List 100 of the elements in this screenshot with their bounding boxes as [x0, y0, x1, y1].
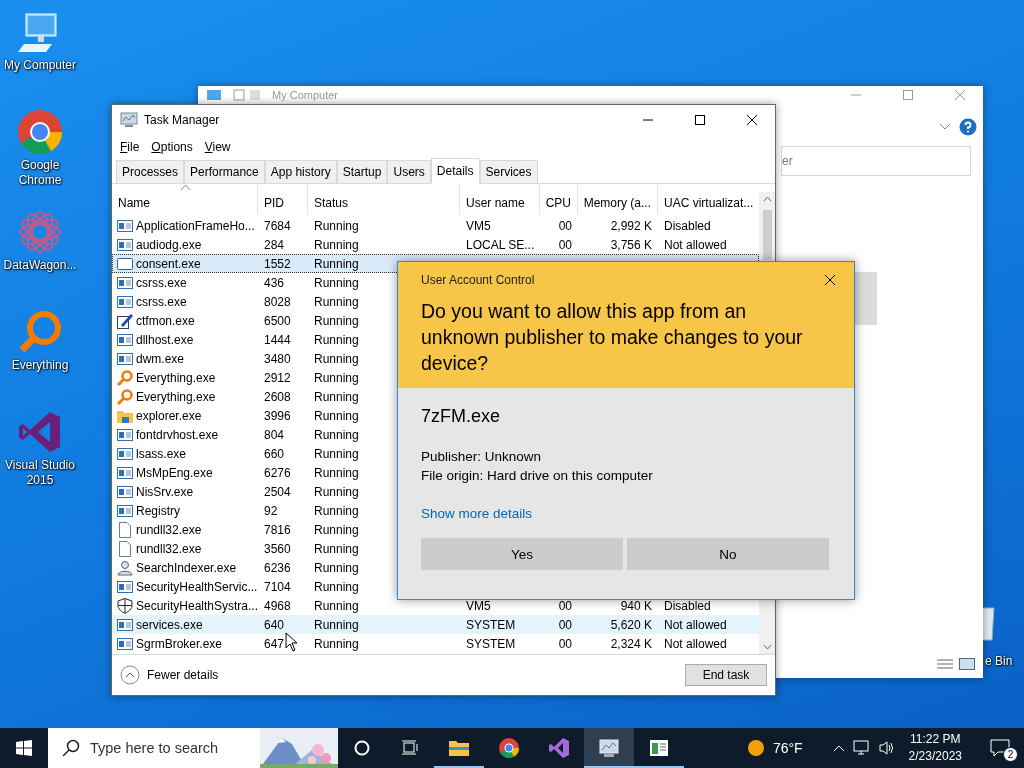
table-cell: 647	[264, 636, 285, 651]
table-cell: Running	[314, 351, 359, 366]
process-name: lsass.exe	[136, 446, 187, 461]
table-cell: SYSTEM	[466, 636, 516, 651]
process-name: explorer.exe	[136, 408, 202, 423]
table-cell: 5,620 K	[610, 617, 652, 632]
table-cell: Running	[314, 275, 359, 290]
table-cell: Running	[314, 370, 359, 385]
dialog-title: User Account Control	[421, 273, 535, 287]
table-cell: Running	[314, 522, 359, 537]
table-cell: 2,992 K	[610, 218, 652, 233]
process-name: consent.exe	[136, 256, 201, 271]
app-name: 7zFM.exe	[421, 406, 502, 427]
table-cell: Not allowed	[664, 636, 727, 651]
table-cell: 00	[558, 598, 572, 613]
table-cell: Running	[314, 560, 359, 575]
table-cell: Running	[314, 598, 359, 613]
table-cell: Not allowed	[664, 617, 727, 632]
table-cell: Running	[314, 446, 359, 461]
table-cell: 940 K	[620, 598, 652, 613]
table-cell: Running	[314, 503, 359, 518]
table-cell: 804	[264, 427, 285, 442]
process-name: Everything.exe	[136, 370, 216, 385]
process-name: SecurityHealthServic...	[136, 579, 258, 594]
process-name: SecurityHealthSystra...	[135, 598, 258, 613]
process-name: Everything.exe	[136, 389, 216, 404]
table-cell: 00	[558, 617, 572, 632]
process-name: NisSrv.exe	[136, 484, 194, 499]
process-name: fontdrvhost.exe	[136, 427, 219, 442]
process-name: Registry	[136, 503, 180, 518]
process-name: rundll32.exe	[136, 541, 202, 556]
process-name: rundll32.exe	[136, 522, 202, 537]
table-cell: 2504	[264, 484, 291, 499]
process-name: MsMpEng.exe	[136, 465, 213, 480]
table-cell: 1552	[264, 256, 291, 271]
table-cell: Running	[314, 617, 359, 632]
table-cell: LOCAL SE...	[466, 237, 535, 252]
window-title: Task Manager	[144, 113, 220, 127]
table-cell: Running	[314, 389, 359, 404]
file-origin-text: File origin: Hard drive on this computer	[421, 467, 654, 485]
table-cell: 00	[558, 237, 572, 252]
notification-count: 2	[1003, 747, 1018, 762]
table-cell: 4968	[264, 598, 291, 613]
table-cell: Running	[314, 484, 359, 499]
table-cell: 640	[264, 617, 285, 632]
table-cell: VM5	[466, 598, 491, 613]
table-cell: Running	[314, 408, 359, 423]
table-cell: 7684	[264, 218, 291, 233]
dialog-question: Do you want to allow this app from an unknown publisher to make changes to your device?	[421, 299, 804, 376]
process-name: dwm.exe	[136, 351, 185, 366]
table-cell: 00	[558, 636, 572, 651]
table-cell: Running	[314, 427, 359, 442]
process-name: SgrmBroker.exe	[136, 636, 223, 651]
process-name: services.exe	[136, 617, 203, 632]
table-cell: 2,324 K	[610, 636, 652, 651]
table-cell: 3,756 K	[610, 237, 652, 252]
clock-time: 11:22 PM	[910, 731, 961, 748]
clock-date: 2/23/2023	[908, 748, 962, 765]
table-cell: 92	[264, 503, 278, 518]
process-name: audiodg.exe	[136, 237, 202, 252]
table-cell: 284	[264, 237, 285, 252]
table-cell: 6236	[264, 560, 291, 575]
process-name: ctfmon.exe	[136, 313, 195, 328]
table-cell: Running	[314, 541, 359, 556]
table-cell: 00	[558, 218, 572, 233]
table-cell: 6500	[264, 313, 291, 328]
process-name: ApplicationFrameHo...	[136, 218, 255, 233]
window-title: My Computer	[272, 88, 339, 102]
process-name: csrss.exe	[136, 275, 187, 290]
table-cell: 7816	[264, 522, 291, 537]
table-cell: Running	[314, 579, 359, 594]
process-name: csrss.exe	[136, 294, 187, 309]
table-cell: Running	[314, 218, 359, 233]
search-placeholder: Type here to search	[90, 740, 219, 756]
table-cell: Running	[314, 636, 359, 651]
table-cell: 6276	[264, 465, 291, 480]
table-cell: SYSTEM	[466, 617, 516, 632]
table-cell: Running	[314, 332, 359, 347]
table-cell: 3560	[264, 541, 291, 556]
table-cell: VM5	[466, 218, 491, 233]
publisher-text: Publisher: Unknown	[421, 448, 543, 466]
table-cell: Running	[314, 465, 359, 480]
table-cell: 2912	[264, 370, 291, 385]
table-cell: Not allowed	[664, 237, 727, 252]
table-cell: 3996	[264, 408, 291, 423]
table-cell: 3480	[264, 351, 291, 366]
table-cell: 660	[264, 446, 285, 461]
process-name: dllhost.exe	[136, 332, 194, 347]
table-cell: Running	[314, 294, 359, 309]
table-cell: 1444	[264, 332, 291, 347]
table-cell: Disabled	[664, 218, 711, 233]
table-cell: Running	[314, 313, 359, 328]
table-cell: Running	[314, 237, 359, 252]
table-cell: 7104	[264, 579, 291, 594]
table-cell: 8028	[264, 294, 291, 309]
table-cell: 436	[264, 275, 285, 290]
table-cell: Disabled	[664, 598, 711, 613]
table-cell: Running	[314, 256, 359, 271]
table-cell: 2608	[264, 389, 291, 404]
process-name: SearchIndexer.exe	[136, 560, 237, 575]
